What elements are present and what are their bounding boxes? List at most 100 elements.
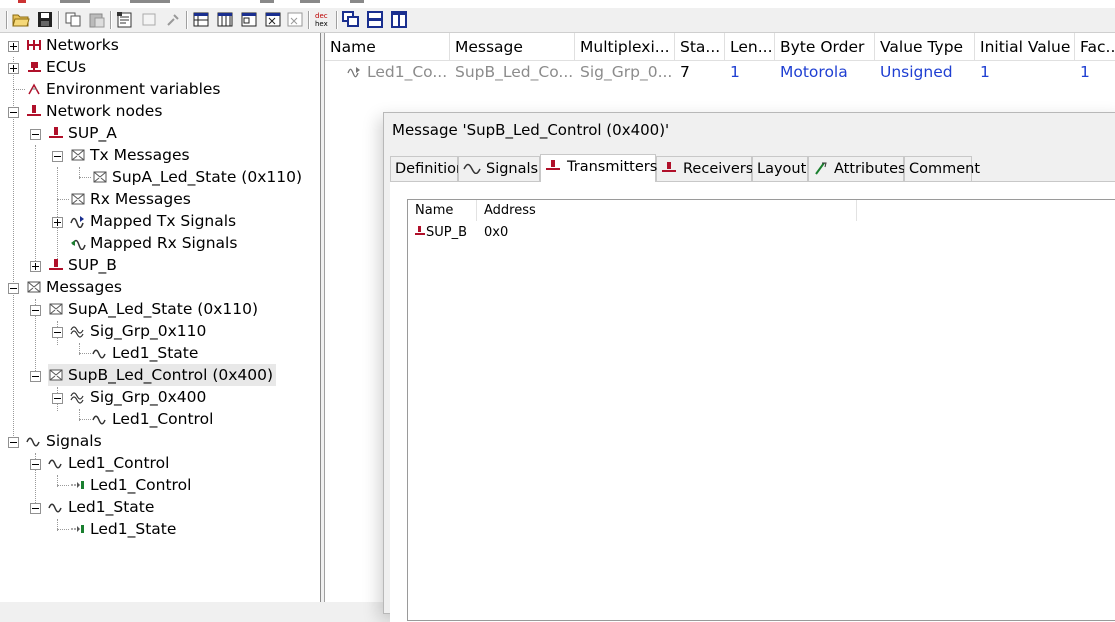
environment-variable-icon: [28, 83, 40, 95]
message-icon: [49, 303, 63, 315]
expand-toggle[interactable]: [8, 63, 19, 74]
dec-hex-icon[interactable]: dechex: [314, 11, 332, 28]
column-header-initial-value[interactable]: Initial Value: [975, 33, 1075, 61]
cell-name: Led1_Co...: [345, 61, 450, 83]
open-folder-icon[interactable]: [12, 11, 30, 28]
tree-item-ecus[interactable]: ECUs: [26, 56, 86, 78]
transmitters-table[interactable]: Name Address SUP_B 0x0: [407, 199, 1115, 621]
cell-initial-value: 1: [980, 63, 990, 81]
details-view-icon[interactable]: [240, 11, 258, 28]
tree-item-supb-led-control[interactable]: SupB_Led_Control (0x400): [48, 364, 277, 386]
collapse-toggle[interactable]: [30, 129, 41, 140]
tab-receivers[interactable]: Receivers: [656, 156, 753, 181]
tree-line: [35, 145, 36, 265]
tree-item-sig-grp-0x400[interactable]: Sig_Grp_0x400: [70, 386, 206, 408]
list-view-icon[interactable]: [264, 11, 282, 28]
column-header-byte-order[interactable]: Byte Order: [775, 33, 875, 61]
tree-item-signal-led1-control[interactable]: Led1_Control: [48, 452, 169, 474]
tree-item-mapped-led1-control[interactable]: Led1_Control: [70, 474, 191, 496]
node-icon: [662, 162, 676, 172]
column-header-length[interactable]: Len...: [725, 33, 775, 61]
signal-group-icon: [70, 326, 84, 338]
tab-label: Attributes: [834, 161, 906, 177]
tree-item-mapped-rx-signals[interactable]: Mapped Rx Signals: [70, 232, 237, 254]
tree-item-sig-grp-0x110[interactable]: Sig_Grp_0x110: [70, 320, 206, 342]
column-header-multiplexing[interactable]: Multiplexi...: [575, 33, 675, 61]
tab-attributes[interactable]: Attributes: [808, 156, 906, 181]
filter-view-icon[interactable]: [286, 11, 304, 28]
columns-view-icon[interactable]: [216, 11, 234, 28]
save-icon[interactable]: [36, 11, 54, 28]
tree-item-supa-led-state-tx[interactable]: SupA_Led_State (0x110): [92, 166, 302, 188]
column-header-name[interactable]: Name: [408, 200, 477, 221]
column-header-value-type[interactable]: Value Type: [875, 33, 975, 61]
tree-item-tx-messages[interactable]: Tx Messages: [70, 144, 190, 166]
tab-layout[interactable]: Layout: [752, 156, 808, 181]
tab-comment[interactable]: Comment: [904, 156, 980, 181]
collapse-toggle[interactable]: [52, 393, 63, 404]
signal-mapping-icon: [71, 481, 84, 489]
properties-icon[interactable]: [116, 11, 134, 28]
blank-doc-icon[interactable]: [140, 11, 158, 28]
column-header-name[interactable]: Name: [325, 33, 450, 61]
tree-item-sup-a[interactable]: SUP_A: [48, 122, 117, 144]
tree-label: Led1_Control: [68, 454, 170, 472]
tree-item-networks[interactable]: Networks: [26, 34, 119, 56]
message-icon: [71, 193, 85, 205]
transmitter-name: SUP_B: [426, 225, 468, 240]
tree-item-supa-led-state[interactable]: SupA_Led_State (0x110): [48, 298, 258, 320]
tile-horizontal-icon[interactable]: [366, 11, 384, 28]
tile-vertical-icon[interactable]: [390, 11, 408, 28]
database-tree[interactable]: Networks ECUs Environment variables Netw…: [0, 33, 321, 602]
expand-toggle[interactable]: [30, 261, 41, 272]
column-header-message[interactable]: Message: [450, 33, 575, 61]
column-header-factor[interactable]: Fac...: [1075, 33, 1115, 61]
node-icon: [415, 226, 425, 235]
collapse-toggle[interactable]: [52, 327, 63, 338]
message-icon: [49, 369, 63, 381]
column-header-start[interactable]: Sta...: [675, 33, 725, 61]
tree-item-rx-messages[interactable]: Rx Messages: [70, 188, 191, 210]
tree-item-led1-control[interactable]: Led1_Control: [92, 408, 213, 430]
collapse-toggle[interactable]: [30, 371, 41, 382]
tree-label: Led1_Control: [112, 410, 214, 428]
collapse-toggle[interactable]: [52, 151, 63, 162]
collapse-toggle[interactable]: [30, 305, 41, 316]
tree-item-environment-variables[interactable]: Environment variables: [26, 78, 221, 100]
tree-item-signal-led1-state[interactable]: Led1_State: [48, 496, 154, 518]
tab-definition[interactable]: Definition: [390, 156, 465, 181]
collapse-toggle[interactable]: [30, 459, 41, 470]
tree-item-mapped-led1-state[interactable]: Led1_State: [70, 518, 176, 540]
copy-icon[interactable]: [64, 11, 82, 28]
transmitter-address: 0x0: [484, 225, 509, 240]
column-header-address[interactable]: Address: [477, 200, 857, 221]
toolbar-separator: [58, 11, 60, 29]
tree-item-messages[interactable]: Messages: [26, 276, 122, 298]
tree-label: Sig_Grp_0x110: [90, 322, 207, 340]
collapse-toggle[interactable]: [8, 283, 19, 294]
tab-signals[interactable]: Signals: [458, 156, 540, 181]
cell-start: 7: [680, 63, 690, 81]
table-row[interactable]: SUP_B: [414, 224, 467, 242]
cell-multiplexing: Sig_Grp_0...: [580, 63, 673, 81]
expand-toggle[interactable]: [52, 217, 63, 228]
collapse-toggle[interactable]: [8, 107, 19, 118]
expand-toggle[interactable]: [8, 41, 19, 52]
collapse-toggle[interactable]: [8, 437, 19, 448]
cascade-icon[interactable]: [342, 11, 360, 28]
mapped-signal-icon: [347, 67, 360, 78]
tree-item-network-nodes[interactable]: Network nodes: [26, 100, 162, 122]
table-view-icon[interactable]: [192, 11, 210, 28]
tree-item-mapped-tx-signals[interactable]: Mapped Tx Signals: [70, 210, 236, 232]
tab-label: Transmitters: [567, 159, 658, 175]
paste-icon[interactable]: [88, 11, 106, 28]
tab-transmitters[interactable]: Transmitters: [540, 154, 658, 182]
tree-label: SupB_Led_Control (0x400): [68, 366, 274, 384]
tree-label: SupA_Led_State (0x110): [68, 300, 259, 318]
tree-label: Signals: [46, 432, 102, 450]
tree-item-led1-state[interactable]: Led1_State: [92, 342, 198, 364]
collapse-toggle[interactable]: [30, 503, 41, 514]
tree-item-sup-b[interactable]: SUP_B: [48, 254, 117, 276]
tree-item-signals[interactable]: Signals: [26, 430, 102, 452]
find-icon[interactable]: [164, 11, 182, 28]
